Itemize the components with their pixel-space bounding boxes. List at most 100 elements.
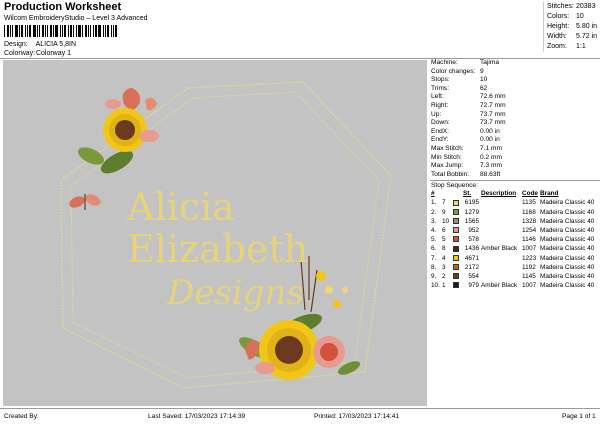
table-row: 8. 3 2172 1192 Madeira Classic 40 <box>431 263 596 272</box>
rose-center <box>320 343 338 361</box>
stitch-count: 4671 <box>464 254 479 262</box>
thread-brand: Madeira Classic 40 <box>540 217 595 225</box>
col-description: Description <box>481 190 517 198</box>
info-label: Trims: <box>431 84 450 92</box>
info-value: 0.00 in <box>480 127 500 135</box>
color-swatch <box>453 253 463 262</box>
machine-info-row: Color changes: 9 <box>430 68 600 77</box>
thread-brand: Madeira Classic 40 <box>540 254 595 262</box>
small-flower-icon <box>342 287 348 293</box>
thread-number: 2 <box>442 272 446 280</box>
thread-code: 1135 <box>522 199 536 207</box>
machine-info-row: Right: 72.7 mm <box>430 102 600 111</box>
stop-number: 2. <box>431 208 437 216</box>
swatch-box <box>453 264 459 271</box>
stat-colors: Colors: 10 <box>544 12 600 22</box>
embroidery-artwork: Alicia Elizabeth Designs <box>60 81 392 389</box>
info-label: Down: <box>431 119 450 127</box>
swatch-box <box>453 273 459 280</box>
swatch-box <box>453 245 459 252</box>
info-label: EndY: <box>431 136 449 144</box>
thread-description <box>481 226 522 235</box>
thread-brand: Madeira Classic 40 <box>540 236 595 244</box>
small-flower-icon <box>333 300 341 308</box>
stat-value: 10 <box>576 13 584 20</box>
col-number: # <box>431 190 435 198</box>
info-value: 72.6 mm <box>480 93 506 101</box>
col-code: Code <box>522 190 538 198</box>
created-by: Created By: <box>4 413 39 420</box>
info-label: Right: <box>431 101 449 109</box>
swatch-box <box>453 199 459 206</box>
stat-value: 5.72 in <box>576 33 598 40</box>
thread-number: 6 <box>442 226 446 234</box>
rose-icon <box>255 362 275 374</box>
colorway-row: Colorway: Colorway 1 <box>4 50 71 57</box>
stop-number: 3. <box>431 217 437 225</box>
stop-sequence-title: Stop Sequence: <box>430 180 600 189</box>
color-swatch <box>453 198 463 207</box>
small-flower-icon <box>316 271 326 281</box>
stitch-count: 6195 <box>464 199 479 207</box>
design-label: Design: <box>4 41 28 48</box>
thread-brand: Madeira Classic 40 <box>540 272 595 280</box>
machine-info-list: Machine: Tajima Color changes: 9 Stops: 10 Tri… <box>430 59 600 179</box>
thread-number: 9 <box>442 208 446 216</box>
color-swatch <box>453 226 463 235</box>
stat-width: Width: 5.72 in <box>544 32 600 42</box>
stat-value: 20383 <box>576 3 596 10</box>
info-label: Machine: <box>431 59 458 66</box>
info-value: 72.7 mm <box>480 101 506 109</box>
thread-number: 1 <box>442 282 446 290</box>
thread-description <box>481 235 522 244</box>
info-value: 7.1 mm <box>480 144 502 152</box>
thread-number: 10 <box>442 217 450 225</box>
stitch-count: 1565 <box>464 217 479 225</box>
swatch-box <box>453 282 459 289</box>
info-value: 73.7 mm <box>480 119 506 127</box>
thread-description: Amber Black <box>481 282 518 290</box>
swatch-box <box>453 254 459 261</box>
color-swatch <box>453 281 463 290</box>
stitch-count: 952 <box>468 226 479 234</box>
color-swatch <box>453 244 463 253</box>
info-label: Stops: <box>431 76 450 84</box>
tulip-icon <box>122 88 141 110</box>
stitch-count: 1436 <box>464 245 479 253</box>
top-floral-cluster <box>77 88 159 174</box>
stitch-count: 554 <box>468 272 479 280</box>
thread-code: 1146 <box>522 236 536 244</box>
page-title: Production Worksheet <box>4 1 122 13</box>
footer-divider <box>0 408 600 409</box>
table-row: 6. 8 1436 Amber Black 1007 Madeira Classic 40 <box>431 244 596 253</box>
stop-number: 8. <box>431 263 437 271</box>
last-saved: Last Saved: 17/03/2023 17:14:39 <box>148 413 246 420</box>
swatch-box <box>453 236 459 243</box>
thread-number: 4 <box>442 254 446 262</box>
thread-brand: Madeira Classic 40 <box>540 245 595 253</box>
color-swatch <box>453 272 463 281</box>
stitch-count: 578 <box>468 236 479 244</box>
info-label: Max Stitch: <box>431 144 464 152</box>
stat-value: 1:1 <box>576 43 586 50</box>
summary-stats: Stitches: 20383 Colors: 10 Height: 5.80 in … <box>543 2 600 52</box>
stat-label: Zoom: <box>547 43 567 50</box>
info-label: Total Bobbin: <box>431 170 470 178</box>
butterfly-icon <box>69 194 101 210</box>
colorway-label: Colorway: <box>4 50 36 57</box>
stat-stitches: Stitches: 20383 <box>544 2 600 12</box>
info-label: Max Jump: <box>431 162 464 170</box>
stat-height: Height: 5.80 in <box>544 22 600 32</box>
machine-info-row: Stops: 10 <box>430 76 600 85</box>
table-row: 3. 10 1565 1328 Madeira Classic 40 <box>431 217 596 226</box>
info-value: 10 <box>480 76 488 84</box>
worksheet-header: Production Worksheet Wilcom EmbroiderySt… <box>0 0 600 58</box>
machine-info-row: EndY: 0.00 in <box>430 136 600 145</box>
info-value: 0.00 in <box>480 136 500 144</box>
thread-description <box>481 208 522 217</box>
color-swatch <box>453 263 463 272</box>
thread-code: 1007 <box>522 245 537 253</box>
sunflower-center-icon <box>275 336 303 364</box>
design-text-line2: Elizabeth <box>127 227 308 271</box>
stat-label: Width: <box>547 33 567 40</box>
